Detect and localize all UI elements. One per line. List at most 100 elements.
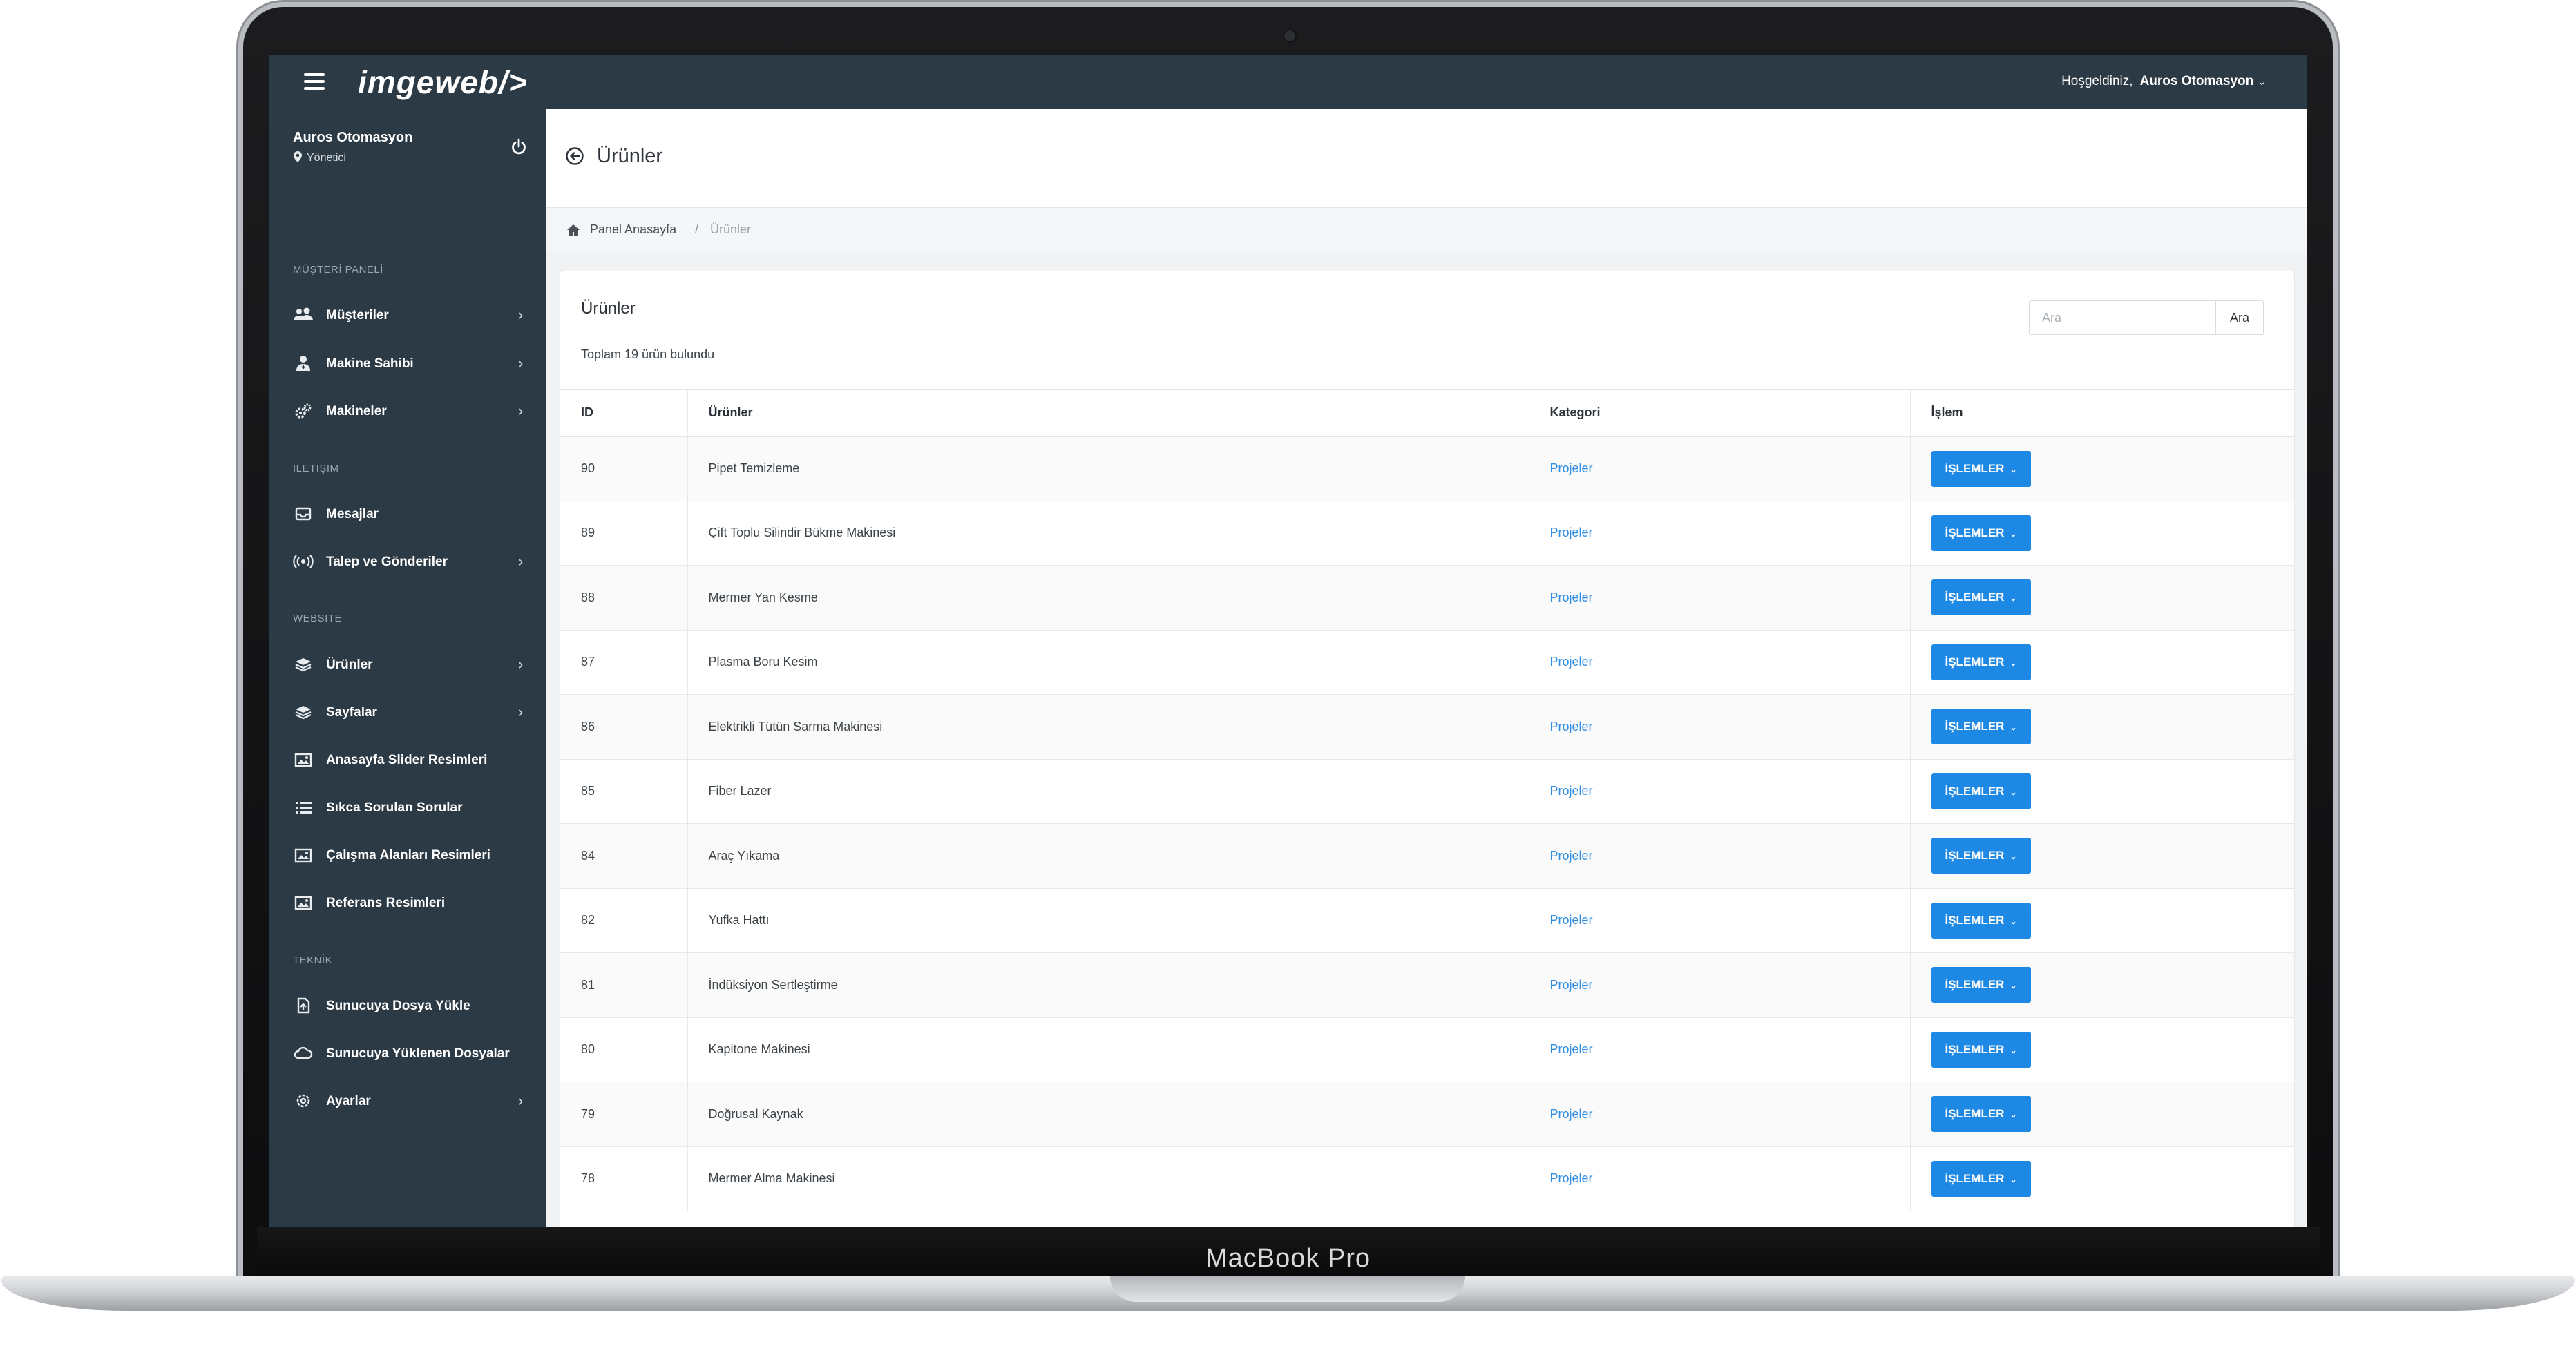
sidebar-item-sayfalar[interactable]: Sayfalar ›	[269, 691, 546, 733]
category-link[interactable]: Projeler	[1550, 978, 1593, 992]
image-icon	[293, 751, 314, 768]
table-row: 87 Plasma Boru Kesim Projeler İŞLEMLER ⌄	[560, 630, 2294, 695]
cell-category: Projeler	[1528, 436, 1910, 501]
section-title-musteri-paneli: MÜŞTERİ PANELİ	[293, 264, 383, 276]
main-content: Ürünler Panel Anasayfa / Ürünler Ürünler…	[546, 109, 2307, 1227]
top-navbar: imgeweb/> Hoşgeldiniz, Auros Otomasyon ⌄	[269, 55, 2307, 109]
webcam	[1283, 29, 1297, 43]
islemler-dropdown-button[interactable]: İŞLEMLER ⌄	[1931, 709, 2031, 745]
category-link[interactable]: Projeler	[1550, 849, 1593, 863]
menu-toggle-icon[interactable]	[304, 73, 325, 90]
islemler-dropdown-button[interactable]: İŞLEMLER ⌄	[1931, 579, 2031, 616]
cell-category: Projeler	[1528, 694, 1910, 760]
islemler-dropdown-button[interactable]: İŞLEMLER ⌄	[1931, 1031, 2031, 1068]
islemler-dropdown-button[interactable]: İŞLEMLER ⌄	[1931, 450, 2031, 487]
islemler-label: İŞLEMLER	[1945, 849, 2005, 863]
home-icon[interactable]	[566, 224, 580, 236]
cell-actions: İŞLEMLER ⌄	[1909, 694, 2294, 760]
sidebar-item-calisma-alanlari-resimleri[interactable]: Çalışma Alanları Resimleri	[269, 834, 546, 876]
search-button[interactable]: Ara	[2215, 300, 2264, 335]
profile-role-label: Yönetici	[307, 152, 346, 164]
cell-category: Projeler	[1528, 1082, 1910, 1147]
category-link[interactable]: Projeler	[1550, 784, 1593, 798]
inbox-icon	[293, 506, 314, 522]
column-header-islem: İşlem	[1909, 389, 2294, 437]
islemler-label: İŞLEMLER	[1945, 655, 2005, 669]
image-icon	[293, 847, 314, 863]
cell-product-name: İndüksiyon Sertleştirme	[687, 952, 1529, 1018]
category-link[interactable]: Projeler	[1550, 1171, 1593, 1185]
cell-id: 82	[560, 888, 687, 953]
sidebar-item-makine-sahibi[interactable]: Makine Sahibi ›	[269, 343, 546, 384]
breadcrumb-separator: /	[695, 222, 699, 236]
cell-product-name: Mermer Yan Kesme	[687, 565, 1529, 631]
category-link[interactable]: Projeler	[1550, 1042, 1593, 1056]
sidebar-item-label: Sıkca Sorulan Sorular	[326, 800, 463, 815]
chevron-right-icon: ›	[518, 306, 524, 323]
chevron-right-icon: ›	[518, 655, 524, 673]
islemler-dropdown-button[interactable]: İŞLEMLER ⌄	[1931, 1096, 2031, 1133]
sidebar-item-mesajlar[interactable]: Mesajlar	[269, 493, 546, 535]
islemler-dropdown-button[interactable]: İŞLEMLER ⌄	[1931, 773, 2031, 809]
cell-product-name: Elektrikli Tütün Sarma Makinesi	[687, 694, 1529, 760]
cell-product-name: Fiber Lazer	[687, 759, 1529, 824]
search-input[interactable]	[2029, 300, 2215, 335]
chevron-down-icon: ⌄	[2010, 916, 2017, 926]
chevron-down-icon: ⌄	[2010, 787, 2017, 797]
islemler-dropdown-button[interactable]: İŞLEMLER ⌄	[1931, 902, 2031, 939]
category-link[interactable]: Projeler	[1550, 1107, 1593, 1121]
sidebar-item-label: Çalışma Alanları Resimleri	[326, 848, 490, 863]
sidebar-item-label: Mesajlar	[326, 507, 379, 521]
back-arrow-icon[interactable]	[565, 146, 584, 166]
islemler-dropdown-button[interactable]: İŞLEMLER ⌄	[1931, 967, 2031, 1003]
sidebar-item-sikca-sorulan-sorular[interactable]: Sıkca Sorulan Sorular	[269, 787, 546, 828]
islemler-dropdown-button[interactable]: İŞLEMLER ⌄	[1931, 644, 2031, 680]
cell-actions: İŞLEMLER ⌄	[1909, 888, 2294, 953]
list-icon	[293, 799, 314, 816]
breadcrumb-home-link[interactable]: Panel Anasayfa	[590, 222, 676, 237]
sidebar-item-sunucuya-dosya-yukle[interactable]: Sunucuya Dosya Yükle	[269, 985, 546, 1026]
brand-logo[interactable]: imgeweb/>	[358, 64, 527, 101]
profile-name: Auros Otomasyon	[293, 130, 413, 145]
cell-category: Projeler	[1528, 823, 1910, 889]
category-link[interactable]: Projeler	[1550, 461, 1593, 475]
sidebar-item-urunler[interactable]: Ürünler ›	[269, 644, 546, 685]
sidebar-item-label: Müşteriler	[326, 308, 389, 323]
sidebar-item-anasayfa-slider-resimleri[interactable]: Anasayfa Slider Resimleri	[269, 739, 546, 780]
cell-id: 85	[560, 759, 687, 824]
islemler-dropdown-button[interactable]: İŞLEMLER ⌄	[1931, 1160, 2031, 1197]
sidebar-item-label: Makineler	[326, 404, 387, 419]
sidebar-item-talep-ve-gonderiler[interactable]: Talep ve Gönderiler ›	[269, 541, 546, 582]
islemler-dropdown-button[interactable]: İŞLEMLER ⌄	[1931, 838, 2031, 874]
cell-category: Projeler	[1528, 888, 1910, 953]
cell-id: 87	[560, 630, 687, 695]
sidebar-item-makineler[interactable]: Makineler ›	[269, 390, 546, 432]
chevron-down-icon: ⌄	[2010, 722, 2017, 733]
column-header-kategori: Kategori	[1528, 389, 1910, 437]
cell-product-name: Yufka Hattı	[687, 888, 1529, 953]
sidebar-item-ayarlar[interactable]: Ayarlar ›	[269, 1080, 546, 1122]
islemler-label: İŞLEMLER	[1945, 1107, 2005, 1121]
gear-icon	[293, 1093, 314, 1109]
power-icon[interactable]	[510, 138, 528, 156]
category-link[interactable]: Projeler	[1550, 526, 1593, 539]
category-link[interactable]: Projeler	[1550, 913, 1593, 927]
user-menu[interactable]: Hoşgeldiniz, Auros Otomasyon ⌄	[2061, 74, 2266, 89]
islemler-label: İŞLEMLER	[1945, 590, 2005, 604]
category-link[interactable]: Projeler	[1550, 720, 1593, 733]
cell-product-name: Pipet Temizleme	[687, 436, 1529, 501]
sidebar-item-musteriler[interactable]: Müşteriler ›	[269, 294, 546, 336]
user-name[interactable]: Auros Otomasyon	[2140, 74, 2254, 88]
laptop-screen: imgeweb/> Hoşgeldiniz, Auros Otomasyon ⌄ A…	[269, 55, 2307, 1227]
chevron-right-icon: ›	[518, 1092, 524, 1109]
chevron-down-icon[interactable]: ⌄	[2258, 76, 2266, 87]
products-card: Ürünler Toplam 19 ürün bulundu Ara ID Ür…	[560, 271, 2295, 1227]
category-link[interactable]: Projeler	[1550, 590, 1593, 604]
islemler-dropdown-button[interactable]: İŞLEMLER ⌄	[1931, 515, 2031, 551]
cell-actions: İŞLEMLER ⌄	[1909, 501, 2294, 566]
sidebar-item-referans-resimleri[interactable]: Referans Resimleri	[269, 882, 546, 923]
card-title: Ürünler	[581, 299, 636, 318]
islemler-label: İŞLEMLER	[1945, 784, 2005, 798]
category-link[interactable]: Projeler	[1550, 655, 1593, 669]
sidebar-item-sunucuya-yuklenen-dosyalar[interactable]: Sunucuya Yüklenen Dosyalar	[269, 1032, 546, 1074]
